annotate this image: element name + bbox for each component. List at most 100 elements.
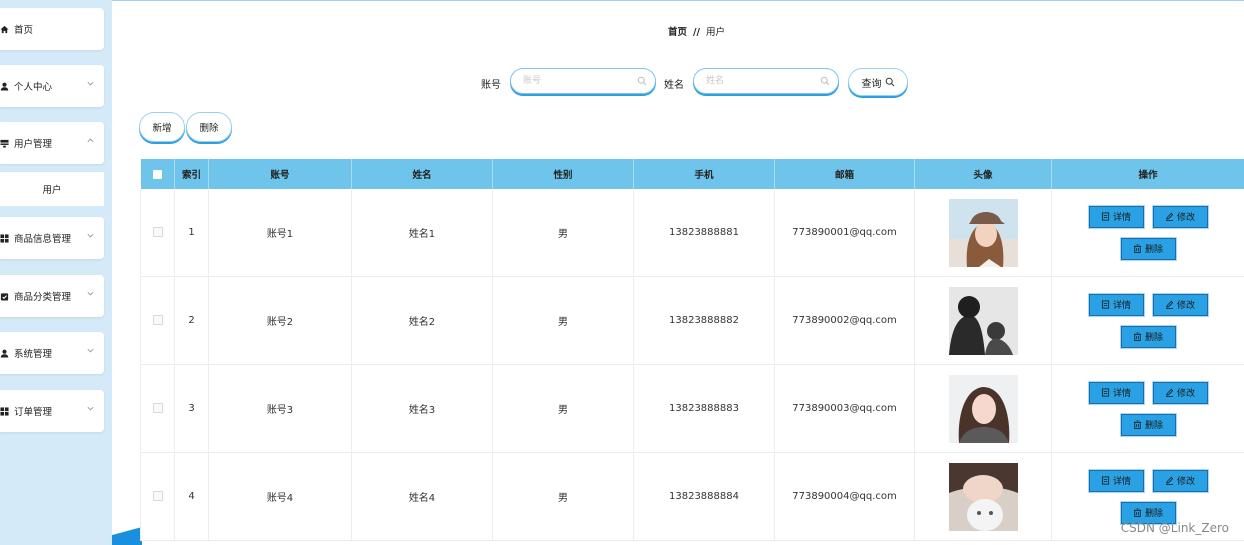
- email-cell: 773890004@qq.com: [774, 452, 915, 541]
- column-header: 邮箱: [774, 159, 915, 189]
- avatar-cell: [914, 276, 1052, 365]
- detail-button[interactable]: 详情: [1088, 381, 1144, 404]
- sidebar-item-home[interactable]: 首页: [0, 8, 104, 50]
- email-cell: 773890001@qq.com: [774, 189, 915, 277]
- sidebar-subitem-users[interactable]: 用户: [0, 172, 104, 206]
- avatar[interactable]: [948, 286, 1018, 355]
- top-divider: [112, 0, 1244, 1]
- delete-button[interactable]: 删除: [1120, 325, 1176, 348]
- name-cell: 姓名4: [351, 452, 493, 541]
- chevron-up-icon: [86, 136, 96, 146]
- chevron-down-icon: [86, 404, 96, 414]
- row-select-cell[interactable]: [140, 189, 175, 277]
- sidebar-subitem-label: 用户: [42, 185, 62, 196]
- table-header-row: 索引 账号 姓名 性别 手机 邮箱 头像 操作: [140, 159, 1244, 189]
- sidebar-item-label: 首页: [14, 25, 34, 36]
- row-checkbox[interactable]: [152, 227, 163, 237]
- edit-button-label: 修改: [1176, 389, 1195, 399]
- edit-button[interactable]: 修改: [1152, 205, 1208, 228]
- chevron-down-icon: [86, 79, 96, 89]
- index-cell: 3: [174, 364, 209, 453]
- email-cell: 773890002@qq.com: [774, 276, 915, 365]
- document-icon: [1101, 476, 1110, 485]
- sidebar-item-label: 商品分类管理: [14, 292, 72, 303]
- detail-button[interactable]: 详情: [1088, 205, 1144, 228]
- edit-button-label: 修改: [1176, 213, 1195, 223]
- sidebar-item-user-management[interactable]: 用户管理: [0, 122, 104, 164]
- home-icon: [0, 24, 9, 34]
- edit-button[interactable]: 修改: [1152, 381, 1208, 404]
- delete-button[interactable]: 删除: [1120, 237, 1176, 260]
- trash-icon: [1133, 420, 1142, 429]
- account-cell: 账号1: [208, 189, 352, 277]
- row-select-cell[interactable]: [140, 276, 175, 365]
- account-search-input[interactable]: [521, 75, 635, 87]
- gender-cell: 男: [492, 189, 634, 277]
- sidebar-item-product-info[interactable]: 商品信息管理: [0, 217, 104, 259]
- avatar-cell: [914, 452, 1052, 541]
- column-header: 手机: [633, 159, 775, 189]
- row-checkbox[interactable]: [152, 491, 163, 501]
- row-select-cell[interactable]: [140, 364, 175, 453]
- column-header: 头像: [914, 159, 1052, 189]
- edit-icon: [1165, 388, 1174, 397]
- name-cell: 姓名1: [351, 189, 493, 277]
- breadcrumb-current: 用户: [705, 27, 725, 38]
- detail-button[interactable]: 详情: [1088, 469, 1144, 492]
- user-icon: [0, 348, 9, 358]
- document-icon: [1101, 388, 1110, 397]
- edit-button[interactable]: 修改: [1152, 293, 1208, 316]
- edit-icon: [1165, 212, 1174, 221]
- clipboard-icon: [0, 291, 9, 301]
- detail-button[interactable]: 详情: [1088, 293, 1144, 316]
- account-search-box[interactable]: [510, 68, 656, 94]
- select-all-checkbox[interactable]: [152, 169, 162, 179]
- edit-button-label: 修改: [1176, 477, 1195, 487]
- avatar[interactable]: [948, 462, 1018, 531]
- detail-button-label: 详情: [1112, 301, 1131, 311]
- edit-button[interactable]: 修改: [1152, 469, 1208, 492]
- sidebar-item-label: 用户管理: [14, 139, 53, 150]
- phone-cell: 13823888883: [633, 364, 775, 453]
- name-search-box[interactable]: [693, 68, 839, 94]
- sidebar-item-system[interactable]: 系统管理: [0, 332, 104, 374]
- chevron-down-icon: [86, 289, 96, 299]
- trash-icon: [1133, 244, 1142, 253]
- column-header: 账号: [208, 159, 352, 189]
- account-cell: 账号4: [208, 452, 352, 541]
- sidebar-item-product-category[interactable]: 商品分类管理: [0, 275, 104, 317]
- search-icon: [820, 76, 830, 86]
- row-select-cell[interactable]: [140, 452, 175, 541]
- table-row: 4 账号4 姓名4 男 13823888884 773890004@qq.com: [140, 452, 1244, 541]
- phone-cell: 13823888881: [633, 189, 775, 277]
- delete-button-label: 删除: [1144, 509, 1163, 519]
- add-button[interactable]: 新增: [139, 112, 185, 142]
- document-icon: [1101, 300, 1110, 309]
- name-search-input[interactable]: [704, 75, 818, 87]
- table-row: 2 账号2 姓名2 男 13823888882 773890002@qq.com: [140, 276, 1244, 365]
- grid-icon: [0, 406, 9, 416]
- batch-delete-button[interactable]: 删除: [186, 112, 232, 142]
- search-icon: [885, 77, 895, 87]
- sidebar-item-orders[interactable]: 订单管理: [0, 390, 104, 432]
- index-cell: 2: [174, 276, 209, 365]
- column-header: 姓名: [351, 159, 493, 189]
- select-all-cell[interactable]: [140, 159, 175, 189]
- index-cell: 1: [174, 189, 209, 277]
- avatar[interactable]: [948, 198, 1018, 267]
- search-icon: [637, 76, 647, 86]
- query-button[interactable]: 查询: [848, 68, 908, 96]
- avatar-cell: [914, 189, 1052, 277]
- table-row: 1 账号1 姓名1 男 13823888881 773890001@qq.com: [140, 189, 1244, 277]
- breadcrumb-home[interactable]: 首页: [668, 27, 687, 38]
- sidebar-item-profile[interactable]: 个人中心: [0, 65, 104, 107]
- delete-button[interactable]: 删除: [1120, 413, 1176, 436]
- row-checkbox[interactable]: [152, 403, 163, 413]
- trash-icon: [1133, 508, 1142, 517]
- row-checkbox[interactable]: [152, 315, 163, 325]
- breadcrumb-separator: //: [693, 27, 700, 38]
- name-cell: 姓名2: [351, 276, 493, 365]
- gender-cell: 男: [492, 276, 634, 365]
- avatar[interactable]: [948, 374, 1018, 443]
- sidebar: 首页 个人中心 用户管理 用户 商品信息管理 商品分类管理 系统管理 订单管理: [0, 0, 112, 545]
